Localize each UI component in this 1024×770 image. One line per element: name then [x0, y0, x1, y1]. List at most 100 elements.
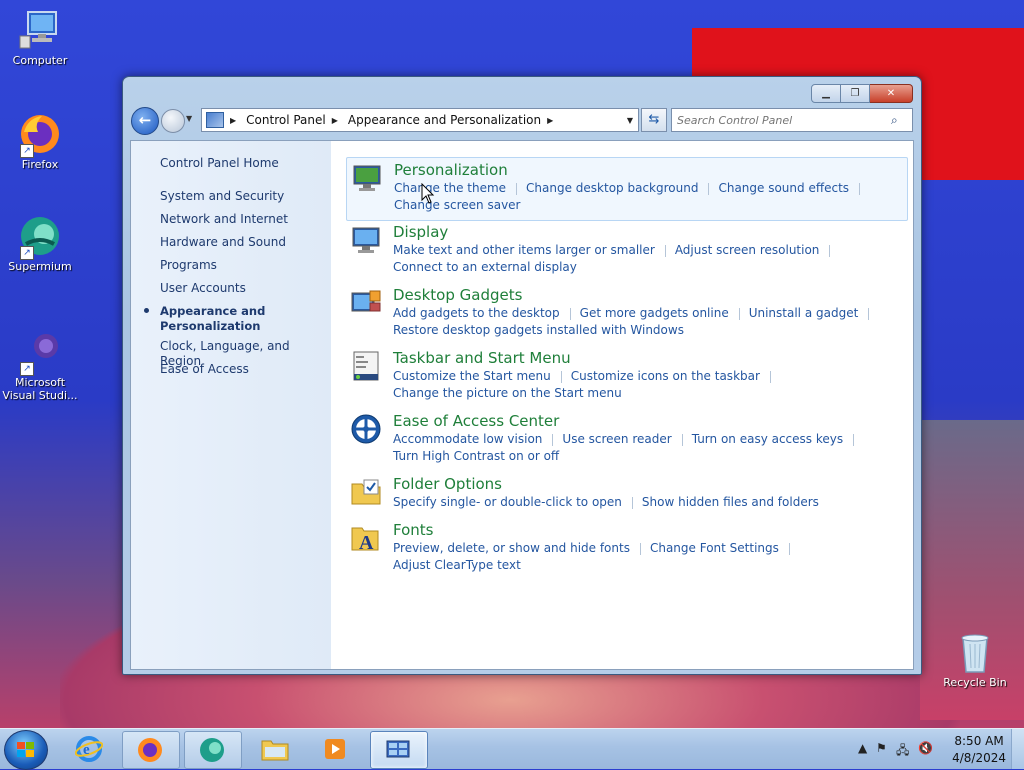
desktop-icon-label: Computer: [12, 54, 68, 67]
task-link[interactable]: Change the theme: [394, 181, 506, 195]
task-link[interactable]: Adjust screen resolution: [675, 243, 820, 257]
category-title[interactable]: Display: [393, 223, 448, 241]
computer-icon: [18, 8, 62, 52]
task-link[interactable]: Uninstall a gadget: [749, 306, 859, 320]
sidebar-item-system-security[interactable]: System and Security: [160, 189, 284, 204]
network-icon[interactable]: 🖧: [896, 741, 909, 762]
task-link[interactable]: Show hidden files and folders: [642, 495, 819, 509]
category-display: Display Make text and other items larger…: [346, 220, 906, 280]
search-input[interactable]: [672, 112, 889, 128]
task-link[interactable]: Turn High Contrast on or off: [393, 449, 559, 463]
category-links: Add gadgets to the desktop Get more gadge…: [393, 305, 913, 339]
maximize-button[interactable]: ❐: [841, 84, 870, 103]
show-hidden-icons-icon[interactable]: ▲: [858, 741, 867, 755]
task-link[interactable]: Customize icons on the taskbar: [571, 369, 760, 383]
task-link[interactable]: Get more gadgets online: [580, 306, 729, 320]
navigation-bar: ← ▼ ▶ Control Panel ▶ Appearance and Per…: [131, 107, 913, 135]
task-link[interactable]: Turn on easy access keys: [692, 432, 843, 446]
category-title[interactable]: Folder Options: [393, 475, 502, 493]
start-button[interactable]: [4, 730, 48, 770]
clock-time: 8:50 AM: [954, 734, 1004, 748]
desktop-icon-label: Microsoft Visual Studi...: [2, 376, 78, 402]
taskbar-icon: [350, 350, 382, 382]
taskbar: e ▲ ⚑ 🖧 🔇 8:50 AM 4/8/2024: [0, 728, 1024, 770]
fonts-icon: A: [350, 522, 382, 554]
task-link[interactable]: Change the picture on the Start menu: [393, 386, 622, 400]
sidebar-item-programs[interactable]: Programs: [160, 258, 217, 273]
category-title[interactable]: Desktop Gadgets: [393, 286, 522, 304]
breadcrumb-control-panel[interactable]: Control Panel: [246, 113, 326, 127]
task-link[interactable]: Preview, delete, or show and hide fonts: [393, 541, 630, 555]
desktop-icon-visual-studio[interactable]: ↗ Microsoft Visual Studi...: [0, 330, 80, 402]
desktop-icon-label: Recycle Bin: [943, 676, 1007, 689]
volume-muted-icon[interactable]: 🔇: [918, 741, 933, 755]
breadcrumb-separator-icon[interactable]: ▶: [230, 116, 236, 125]
breadcrumb-appearance[interactable]: Appearance and Personalization: [348, 113, 541, 127]
search-box[interactable]: ⌕: [671, 108, 913, 132]
desktop-icon-label: Supermium: [8, 260, 72, 273]
sidebar-item-home[interactable]: Control Panel Home: [160, 156, 279, 171]
category-folder-options: Folder Options Specify single- or double…: [346, 472, 906, 516]
close-button[interactable]: ✕: [870, 84, 913, 103]
category-links: Change the theme Change desktop backgroun…: [394, 180, 914, 214]
category-title[interactable]: Taskbar and Start Menu: [393, 349, 571, 367]
back-button[interactable]: ←: [131, 107, 159, 135]
taskbar-media-player[interactable]: [308, 731, 364, 767]
address-dropdown-icon[interactable]: ▼: [622, 116, 638, 125]
desktop-icon-computer[interactable]: Computer: [0, 8, 80, 67]
task-link[interactable]: Make text and other items larger or smal…: [393, 243, 655, 257]
task-link[interactable]: Customize the Start menu: [393, 369, 551, 383]
refresh-button[interactable]: ⇆: [641, 108, 667, 132]
task-link[interactable]: Change desktop background: [526, 181, 698, 195]
sidebar-item-appearance: Appearance and Personalization: [160, 304, 266, 333]
address-bar[interactable]: ▶ Control Panel ▶ Appearance and Persona…: [201, 108, 639, 132]
taskbar-firefox[interactable]: [122, 731, 180, 769]
active-bullet-icon: [144, 308, 149, 313]
content-pane: Control Panel Home System and Security N…: [130, 140, 914, 670]
task-link[interactable]: Change screen saver: [394, 198, 521, 212]
taskbar-file-explorer[interactable]: [248, 731, 304, 767]
taskbar-supermium[interactable]: [184, 731, 242, 769]
desktop-icon-firefox[interactable]: ↗ Firefox: [0, 112, 80, 171]
task-link[interactable]: Change sound effects: [718, 181, 849, 195]
forward-button[interactable]: [161, 109, 185, 133]
display-monitor-icon: [350, 224, 382, 256]
category-title[interactable]: Fonts: [393, 521, 433, 539]
svg-text:e: e: [83, 742, 90, 758]
search-icon[interactable]: ⌕: [891, 113, 898, 128]
task-link[interactable]: Use screen reader: [562, 432, 671, 446]
shortcut-arrow-icon: ↗: [20, 144, 34, 158]
category-ease-of-access: Ease of Access Center Accommodate low vi…: [346, 409, 906, 469]
shortcut-arrow-icon: ↗: [20, 246, 34, 260]
clock[interactable]: 8:50 AM 4/8/2024: [952, 733, 1006, 767]
task-link[interactable]: Specify single- or double-click to open: [393, 495, 622, 509]
sidebar-item-user-accounts[interactable]: User Accounts: [160, 281, 246, 296]
show-desktop-button[interactable]: [1011, 729, 1024, 769]
task-link[interactable]: Accommodate low vision: [393, 432, 542, 446]
recent-pages-dropdown[interactable]: ▼: [186, 114, 192, 123]
category-links: Make text and other items larger or smal…: [393, 242, 913, 276]
file-explorer-icon: [261, 740, 289, 761]
breadcrumb-separator-icon[interactable]: ▶: [332, 116, 338, 125]
action-center-flag-icon[interactable]: ⚑: [876, 741, 887, 755]
taskbar-control-panel[interactable]: [370, 731, 428, 769]
desktop-icon-recycle-bin[interactable]: Recycle Bin: [935, 630, 1015, 689]
desktop-icon-supermium[interactable]: ↗ Supermium: [0, 214, 80, 273]
task-link[interactable]: Change Font Settings: [650, 541, 779, 555]
sidebar-item-hardware[interactable]: Hardware and Sound: [160, 235, 286, 250]
category-fonts: A Fonts Preview, delete, or show and hid…: [346, 518, 906, 572]
task-link[interactable]: Adjust ClearType text: [393, 558, 521, 572]
category-links: Customize the Start menu Customize icons …: [393, 368, 913, 402]
task-link[interactable]: Connect to an external display: [393, 260, 577, 274]
task-link[interactable]: Restore desktop gadgets installed with W…: [393, 323, 684, 337]
taskbar-internet-explorer[interactable]: e: [62, 731, 118, 767]
sidebar-item-network[interactable]: Network and Internet: [160, 212, 288, 227]
task-link[interactable]: Add gadgets to the desktop: [393, 306, 560, 320]
category-title[interactable]: Ease of Access Center: [393, 412, 559, 430]
category-taskbar: Taskbar and Start Menu Customize the Sta…: [346, 346, 906, 406]
sidebar-item-ease-of-access[interactable]: Ease of Access: [160, 362, 249, 377]
visual-studio-icon: ↗: [18, 330, 62, 376]
minimize-button[interactable]: ▁: [811, 84, 841, 103]
category-title[interactable]: Personalization: [394, 161, 508, 179]
breadcrumb-separator-icon[interactable]: ▶: [547, 116, 553, 125]
